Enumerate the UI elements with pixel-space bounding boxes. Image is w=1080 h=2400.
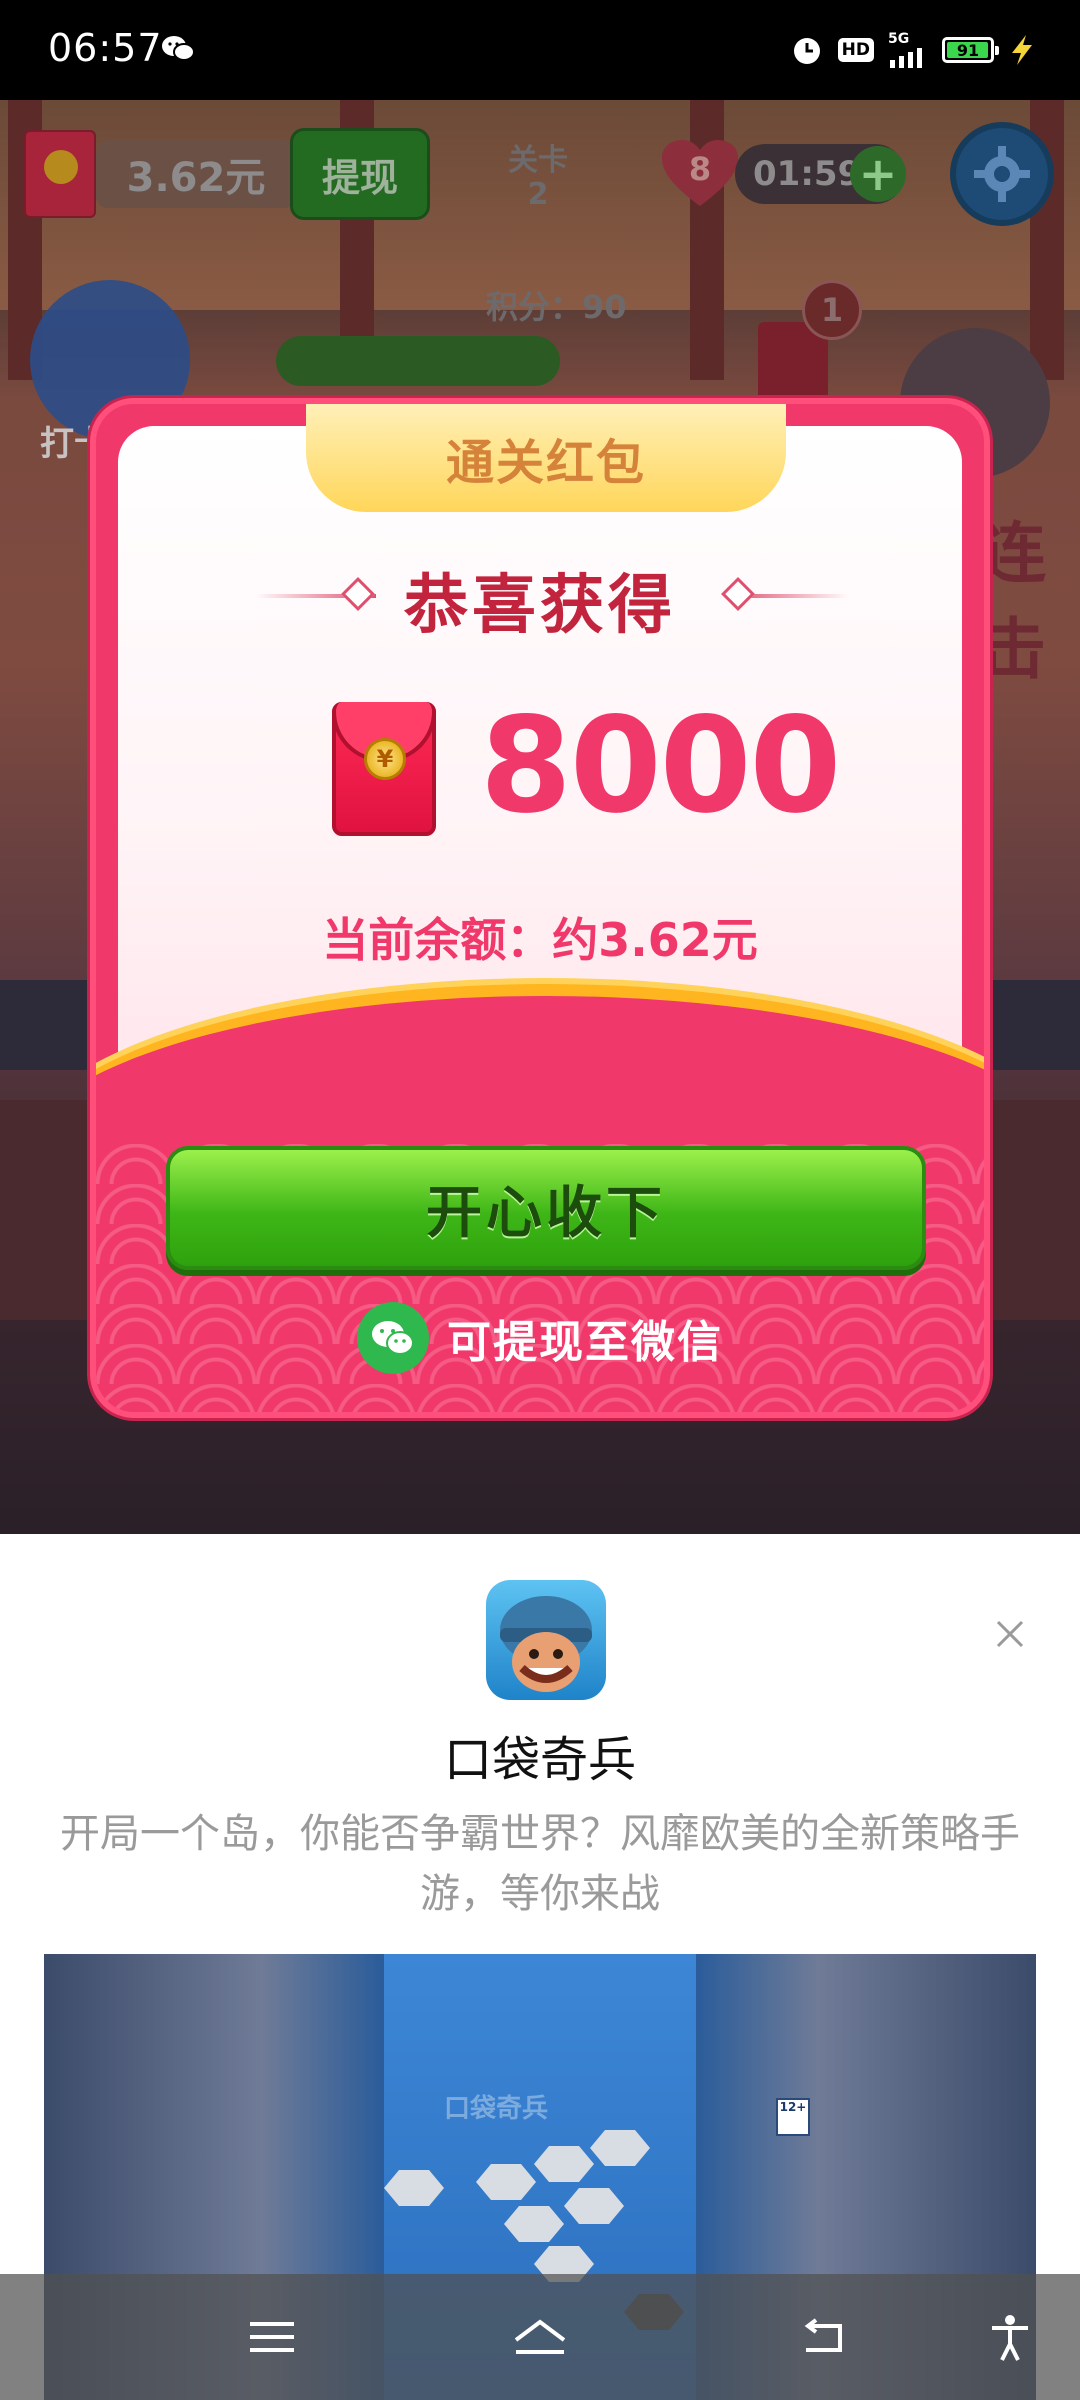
wechat-withdraw-row: 可提现至微信	[96, 1302, 984, 1374]
level-number: 2	[527, 177, 549, 212]
coin-icon: ¥	[364, 738, 406, 780]
dialog-ribbon: 通关红包	[306, 404, 786, 512]
menu-icon[interactable]	[242, 2312, 302, 2362]
app-icon[interactable]	[486, 1580, 606, 1700]
wechat-notification-icon	[162, 36, 195, 61]
dialog-headline: 恭喜获得	[404, 569, 676, 643]
close-icon[interactable]	[990, 1614, 1030, 1654]
island-tile	[590, 2130, 650, 2166]
hd-icon: HD	[837, 38, 874, 62]
red-envelope-icon	[24, 130, 96, 218]
island-tile	[384, 2170, 444, 2206]
accessibility-icon[interactable]	[980, 2312, 1040, 2362]
current-balance: 当前余额：约3.62元	[322, 913, 758, 967]
app-description: 开局一个岛，你能否争霸世界？风靡欧美的全新策略手游，等你来战	[60, 1811, 1020, 1917]
withdraw-button[interactable]: 提现	[290, 128, 430, 220]
app-name: 口袋奇兵	[443, 1732, 636, 1788]
accept-button[interactable]: 开心收下	[166, 1146, 926, 1270]
notification-badge: 1	[802, 280, 862, 340]
progress-bar	[276, 336, 560, 386]
navigation-bar	[0, 2274, 1080, 2400]
heart-icon: 8	[662, 140, 738, 206]
battery-icon: 91	[942, 37, 999, 63]
age-rating-badge: 12+	[776, 2098, 810, 2136]
add-life-button[interactable]: +	[850, 146, 906, 202]
island-tile	[504, 2206, 564, 2242]
level-indicator: 关卡 2	[488, 144, 588, 212]
alarm-icon	[793, 38, 820, 64]
island-tile	[534, 2146, 594, 2182]
wechat-withdraw-text: 可提现至微信	[447, 1317, 723, 1368]
reward-amount: 8000	[480, 689, 841, 843]
media-logo: 口袋奇兵	[444, 2094, 549, 2124]
charging-icon	[1012, 35, 1032, 65]
ribbon-title: 通关红包	[445, 435, 646, 491]
score: 积分：90	[486, 288, 627, 326]
island-tile	[476, 2164, 536, 2200]
status-bar: 06:57 HD 5G 91	[0, 0, 1080, 100]
home-icon[interactable]	[510, 2312, 570, 2362]
accept-button-label: 开心收下	[426, 1180, 666, 1246]
back-icon[interactable]	[794, 2312, 854, 2362]
hud-balance: 3.62元	[96, 140, 296, 208]
reward-dialog: 通关红包 恭喜获得 ¥ 8000 当前余额：约3.62元 开心收下 可提现至微信	[90, 398, 990, 1418]
wechat-icon	[357, 1302, 429, 1374]
gear-icon	[974, 146, 1030, 202]
island-tile	[564, 2188, 624, 2224]
settings-button[interactable]	[950, 122, 1054, 226]
status-time: 06:57	[48, 26, 163, 70]
red-envelope-icon: ¥	[332, 702, 436, 836]
ad-sheet: 口袋奇兵 开局一个岛，你能否争霸世界？风靡欧美的全新策略手游，等你来战 12+ …	[0, 1534, 1080, 2400]
level-label: 关卡	[508, 143, 568, 178]
signal-icon: 5G	[888, 32, 928, 68]
combo-text: 连击	[980, 515, 1046, 688]
soldier-icon	[500, 1596, 592, 1692]
lives-count: 8	[689, 150, 711, 188]
